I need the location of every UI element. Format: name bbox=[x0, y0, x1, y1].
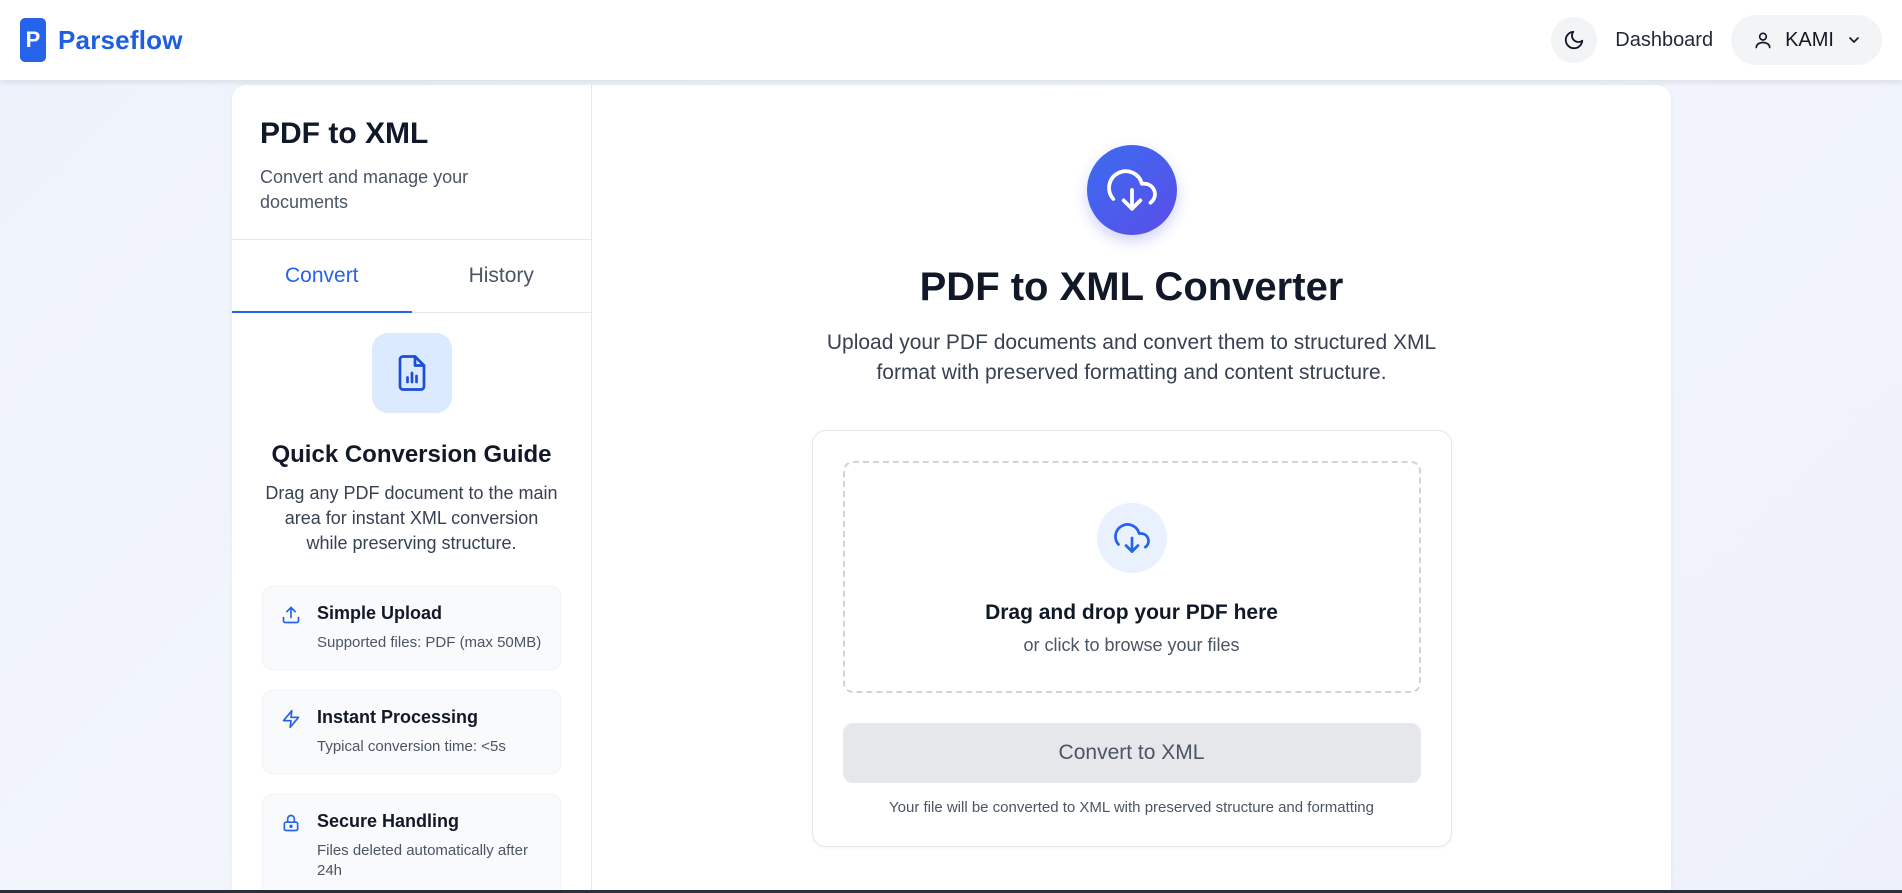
user-menu-button[interactable]: KAMI bbox=[1731, 15, 1882, 65]
feature-item-simple-upload: Simple Upload Supported files: PDF (max … bbox=[262, 586, 561, 670]
brand[interactable]: P Parseflow bbox=[20, 18, 183, 62]
sidebar-subtitle: Convert and manage your documents bbox=[260, 167, 469, 212]
sidebar-tabs: Convert History bbox=[232, 240, 591, 313]
page-description: Upload your PDF documents and convert th… bbox=[826, 331, 1437, 384]
moon-icon bbox=[1565, 30, 1584, 50]
navbar-actions: Dashboard KAMI bbox=[1551, 15, 1882, 65]
dashboard-link[interactable]: Dashboard bbox=[1615, 29, 1713, 52]
cloud-download-icon bbox=[1106, 169, 1157, 211]
feature-description: Supported files: PDF (max 50MB) bbox=[317, 634, 542, 651]
sidebar-header: PDF to XML Convert and manage your docum… bbox=[232, 85, 591, 240]
dropzone-title: Drag and drop your PDF here bbox=[985, 601, 1278, 624]
upload-icon bbox=[282, 606, 300, 624]
file-chart-icon bbox=[398, 355, 425, 391]
page-title: PDF to XML Converter bbox=[919, 265, 1344, 309]
feature-description: Files deleted automatically after 24h bbox=[317, 842, 528, 879]
guide-icon-tile bbox=[371, 333, 452, 413]
user-name: KAMI bbox=[1785, 28, 1834, 51]
convert-to-xml-button[interactable]: Convert to XML bbox=[842, 723, 1421, 783]
feature-title: Instant Processing bbox=[317, 707, 479, 727]
brand-name[interactable]: Parseflow bbox=[58, 25, 183, 56]
feature-description: Typical conversion time: <5s bbox=[317, 738, 506, 755]
theme-toggle-button[interactable] bbox=[1551, 17, 1598, 63]
dropzone-subtitle: or click to browse your files bbox=[1023, 635, 1240, 655]
feature-list: Simple Upload Supported files: PDF (max … bbox=[232, 556, 591, 893]
feature-item-secure-handling: Secure Handling Files deleted automatica… bbox=[262, 794, 561, 893]
feature-title: Secure Handling bbox=[317, 811, 460, 831]
user-icon bbox=[1755, 32, 1771, 49]
top-navbar: P Parseflow Dashboard KAMI bbox=[0, 0, 1902, 80]
main-card: PDF to XML Convert and manage your docum… bbox=[232, 85, 1671, 893]
feature-item-instant-processing: Instant Processing Typical conversion ti… bbox=[262, 690, 561, 774]
sidebar-title: PDF to XML bbox=[260, 117, 429, 150]
sidebar: PDF to XML Convert and manage your docum… bbox=[232, 85, 592, 893]
file-dropzone[interactable]: Drag and drop your PDF here or click to … bbox=[842, 461, 1421, 693]
lightning-icon bbox=[282, 709, 300, 729]
guide-title: Quick Conversion Guide bbox=[271, 441, 552, 468]
feature-title: Simple Upload bbox=[317, 603, 443, 623]
guide-description: Drag any PDF document to the main area f… bbox=[265, 483, 558, 553]
brand-logo[interactable]: P bbox=[20, 18, 46, 62]
cloud-download-icon bbox=[1113, 523, 1150, 553]
conversion-guide: Quick Conversion Guide Drag any PDF docu… bbox=[232, 313, 591, 556]
tab-convert[interactable]: Convert bbox=[232, 240, 412, 313]
lock-icon bbox=[283, 814, 299, 832]
upload-card: Drag and drop your PDF here or click to … bbox=[811, 430, 1452, 847]
dropzone-icon-circle bbox=[1096, 503, 1167, 573]
convert-note: Your file will be converted to XML with … bbox=[889, 799, 1374, 816]
tab-history[interactable]: History bbox=[412, 240, 592, 312]
chevron-down-icon bbox=[1849, 37, 1859, 43]
converter-panel: PDF to XML Converter Upload your PDF doc… bbox=[592, 85, 1671, 893]
hero-icon-circle bbox=[1086, 145, 1177, 235]
